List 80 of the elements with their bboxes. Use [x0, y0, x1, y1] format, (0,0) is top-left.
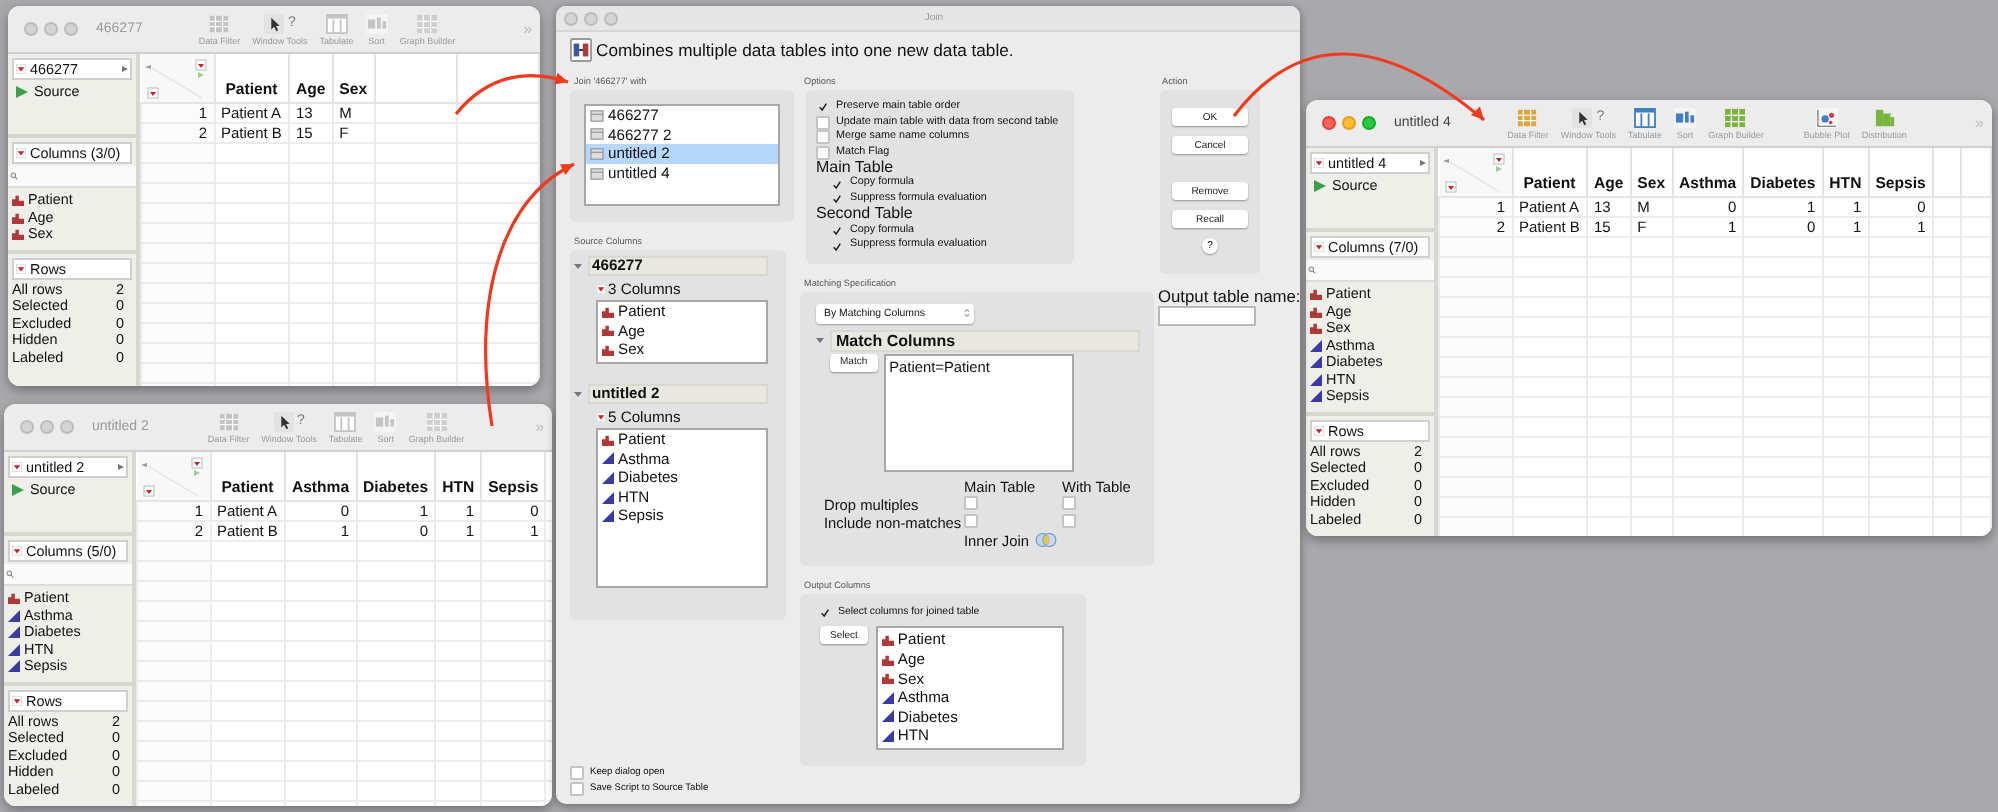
search-field[interactable]	[4, 564, 132, 586]
table-icon	[590, 128, 604, 141]
table-icon	[217, 411, 240, 431]
output-name-field[interactable]	[1158, 306, 1256, 326]
disclosure-icon[interactable]	[12, 546, 22, 556]
table-icon	[590, 167, 604, 180]
minimize-button[interactable]	[1342, 116, 1356, 130]
columns-icon	[325, 13, 348, 33]
search-field[interactable]	[8, 166, 136, 188]
chevron-icon	[964, 308, 970, 319]
search-icon	[6, 570, 14, 578]
checkbox[interactable]	[830, 177, 844, 192]
zoom-button[interactable]	[64, 22, 78, 36]
option-heading: Second Table	[816, 206, 915, 224]
columns-icon	[334, 411, 357, 431]
venn-icon[interactable]	[1034, 532, 1059, 549]
cursor-icon	[264, 13, 284, 33]
minimize-button[interactable]	[584, 11, 598, 25]
search-icon	[10, 172, 18, 180]
play-icon[interactable]	[12, 483, 24, 495]
checkbox[interactable]	[830, 192, 844, 207]
steps-icon	[8, 592, 20, 605]
grid-icon	[1724, 107, 1747, 127]
grid-icon	[425, 411, 448, 431]
checkbox[interactable]	[830, 239, 844, 254]
zoom-button[interactable]	[1362, 116, 1376, 130]
histogram-icon	[1873, 107, 1896, 127]
disclosure-icon[interactable]	[12, 462, 22, 472]
minimize-button[interactable]	[44, 22, 58, 36]
close-button[interactable]	[1322, 116, 1336, 130]
disclosure-icon[interactable]	[16, 64, 26, 74]
zoom-button[interactable]	[604, 11, 618, 25]
close-button[interactable]	[24, 22, 38, 36]
play-icon[interactable]	[16, 85, 28, 97]
disclosure-icon[interactable]	[1314, 158, 1324, 168]
cursor-icon	[1572, 107, 1593, 127]
close-button[interactable]	[564, 11, 578, 25]
table-icon	[208, 13, 231, 33]
table-icon	[590, 109, 604, 122]
sort-icon	[1674, 107, 1697, 127]
collapse-icon[interactable]	[574, 262, 582, 270]
search-field[interactable]	[1306, 260, 1434, 282]
checkbox[interactable]	[818, 606, 832, 621]
disclosure-icon[interactable]	[12, 695, 22, 705]
steps-icon	[602, 433, 614, 446]
disclosure-icon[interactable]	[1314, 425, 1324, 435]
field-label: Output table name:	[1158, 286, 1294, 306]
disclosure-icon[interactable]	[16, 148, 26, 158]
search-icon	[1308, 266, 1316, 274]
collapse-icon[interactable]	[574, 390, 582, 398]
table-corner-drawing	[1439, 152, 1511, 196]
checkbox[interactable]	[816, 100, 830, 115]
scatter-icon	[1815, 107, 1838, 127]
cursor-icon	[273, 411, 294, 431]
table-icon	[1516, 107, 1539, 127]
disclosure-icon[interactable]	[1314, 242, 1324, 252]
sort-icon	[365, 13, 388, 33]
zoom-button[interactable]	[60, 420, 74, 434]
expand-icon[interactable]	[118, 464, 124, 470]
expand-icon[interactable]	[122, 66, 128, 72]
annotation-arrow	[454, 72, 569, 116]
disclosure-icon[interactable]	[596, 284, 606, 294]
option-heading: Main Table	[816, 160, 896, 176]
disclosure-icon[interactable]	[596, 412, 606, 422]
close-button[interactable]	[20, 420, 34, 434]
section-heading: Match Columns	[830, 329, 1140, 352]
play-icon[interactable]	[1314, 179, 1326, 191]
columns-icon	[1634, 107, 1657, 127]
grid-icon	[416, 13, 439, 33]
join-icon	[570, 38, 592, 62]
expand-icon[interactable]	[1420, 160, 1426, 166]
table-corner-drawing	[141, 58, 213, 102]
dialog-description: Combines multiple data tables into one new data table.	[596, 40, 1014, 60]
table-icon	[590, 147, 604, 160]
sort-icon	[374, 411, 397, 431]
table-corner-drawing	[137, 456, 209, 500]
disclosure-icon[interactable]	[16, 263, 26, 273]
minimize-button[interactable]	[40, 420, 54, 434]
collapse-icon[interactable]	[816, 336, 824, 345]
checkbox[interactable]	[830, 224, 844, 239]
